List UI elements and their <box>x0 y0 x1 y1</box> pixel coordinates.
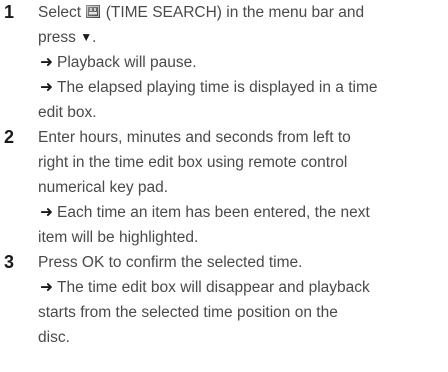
step-number: 2 <box>4 127 15 147</box>
line-text: disc. <box>38 329 70 346</box>
line-text: . <box>92 29 97 46</box>
line-text: The time edit box will disappear and pla… <box>57 279 370 296</box>
line-text: Enter hours, minutes and seconds from le… <box>38 129 351 146</box>
line-text: right in the time edit box using remote … <box>38 154 348 171</box>
line-text: starts from the selected time position o… <box>38 304 338 321</box>
step-line: edit box. <box>38 102 446 127</box>
line-text: item will be highlighted. <box>38 229 199 246</box>
step-line: Press OK to confirm the selected time. <box>38 252 446 277</box>
step-line: Enter hours, minutes and seconds from le… <box>38 127 446 152</box>
step-number: 3 <box>4 252 15 272</box>
result-arrow-icon: ➜ <box>40 279 53 296</box>
line-text: Press OK to confirm the selected time. <box>38 254 303 271</box>
step-line: press ▼. <box>38 27 446 52</box>
time-search-icon <box>86 5 101 18</box>
result-line: ➜ The elapsed playing time is displayed i… <box>38 77 446 102</box>
step-body: Select (TIME SEARCH) in the menu bar and <box>38 2 446 127</box>
line-text: Playback will pause. <box>57 54 197 71</box>
step-line: item will be highlighted. <box>38 227 446 252</box>
result-arrow-icon: ➜ <box>40 54 53 71</box>
step-body: Press OK to confirm the selected time. ➜… <box>38 252 446 352</box>
result-line: ➜ The time edit box will disappear and pl… <box>38 277 446 302</box>
instruction-document: 1 Select (TIME SEARCH) in the menu bar a… <box>0 0 448 372</box>
line-text: (TIME SEARCH) in the menu bar and <box>101 4 365 21</box>
result-arrow-icon: ➜ <box>40 204 53 221</box>
line-text: edit box. <box>38 104 97 121</box>
step-line: disc. <box>38 327 446 352</box>
line-text: The elapsed playing time is displayed in… <box>57 79 378 96</box>
line-text: numerical key pad. <box>38 179 169 196</box>
result-line: ➜ Each time an item has been entered, the… <box>38 202 446 227</box>
line-text: press <box>38 29 81 46</box>
step-body: Enter hours, minutes and seconds from le… <box>38 127 446 252</box>
step-line: right in the time edit box using remote … <box>38 152 446 177</box>
step-line: numerical key pad. <box>38 177 446 202</box>
down-triangle-icon: ▼ <box>80 30 93 44</box>
step-number: 1 <box>4 2 15 22</box>
line-text: Select <box>38 4 86 21</box>
result-line: ➜ Playback will pause. <box>38 52 446 77</box>
line-text: Each time an item has been entered, the … <box>57 204 370 221</box>
step-line: starts from the selected time position o… <box>38 302 446 327</box>
result-arrow-icon: ➜ <box>40 79 53 96</box>
step-line: Select (TIME SEARCH) in the menu bar and <box>38 2 446 27</box>
